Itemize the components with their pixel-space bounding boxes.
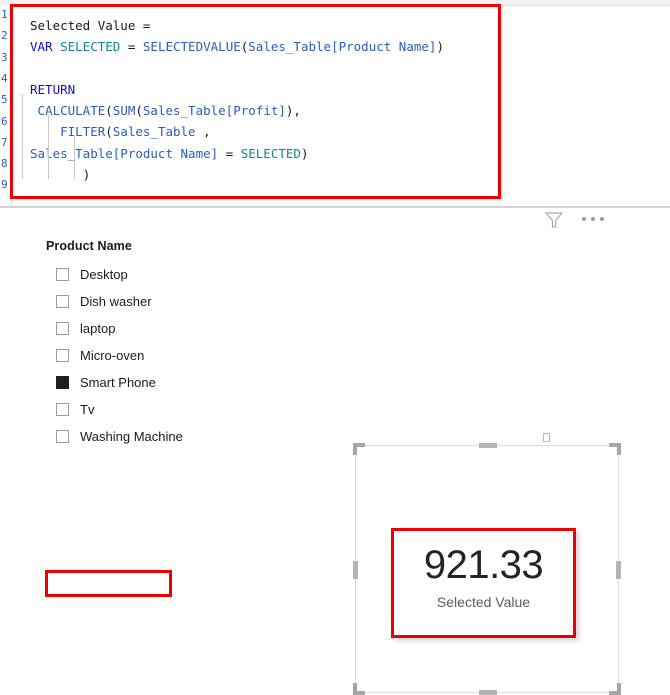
card-visual[interactable]: 921.33 Selected Value	[391, 528, 576, 638]
more-options-icon[interactable]	[582, 217, 612, 223]
code-token: (	[105, 103, 113, 119]
code-token: RETURN	[30, 81, 76, 97]
canvas-top-divider	[0, 207, 670, 208]
slicer-item-label: Micro-oven	[80, 348, 145, 363]
indent-guide	[74, 136, 75, 179]
card-label: Selected Value	[436, 594, 531, 610]
code-token: SELECTED	[240, 145, 301, 161]
filter-funnel-icon[interactable]	[544, 211, 564, 234]
code-token: )	[300, 145, 309, 161]
slicer-item-label: laptop	[80, 321, 116, 336]
slicer-checkbox[interactable]	[56, 349, 69, 362]
resize-handle-left[interactable]	[353, 561, 358, 579]
code-token: VAR	[30, 39, 53, 55]
line-number: 3	[1, 50, 8, 64]
code-token: FILTER	[60, 124, 106, 140]
line-number: 2	[1, 29, 8, 43]
resize-handle-right[interactable]	[616, 561, 621, 579]
slicer-item-list[interactable]: Desktop Dish washer laptop Micro-oven Smart …	[46, 261, 246, 450]
dax-formula-bar: 1 2 3 4 5 6 7 8 9 Selected Value = VAR SELECTED =…	[0, 0, 670, 207]
slicer-item-label: Smart Phone	[80, 375, 156, 390]
code-line[interactable]: Selected Value =	[30, 15, 508, 36]
code-token: ,	[195, 124, 211, 140]
code-token: (	[105, 124, 113, 140]
code-token: )	[82, 167, 91, 183]
slicer-checkbox[interactable]	[56, 403, 69, 416]
code-token: )	[436, 39, 444, 55]
code-line[interactable]	[30, 58, 508, 79]
slicer-item-label: Dish washer	[80, 294, 152, 309]
code-token: SELECTEDVALUE	[142, 39, 241, 55]
line-number: 8	[1, 157, 8, 171]
line-number: 9	[1, 178, 8, 192]
code-token: Sales_Table	[112, 124, 196, 140]
slicer-item[interactable]: Dish washer	[46, 288, 246, 315]
resize-handle-top[interactable]	[479, 443, 497, 448]
slicer-selection-highlight-box	[45, 570, 172, 597]
code-line[interactable]: )	[30, 164, 508, 185]
slicer-item[interactable]: Tv	[46, 396, 246, 423]
slicer-checkbox[interactable]	[56, 430, 69, 443]
code-token: SELECTED	[60, 39, 121, 55]
line-number-gutter: 1 2 3 4 5 6 7 8 9	[0, 5, 12, 205]
code-token: ),	[285, 103, 301, 119]
code-line[interactable]	[30, 185, 508, 206]
code-token: Selected Value =	[30, 18, 151, 33]
slicer-item[interactable]: laptop	[46, 315, 246, 342]
resize-handle-bottom-right[interactable]	[609, 683, 621, 695]
slicer-checkbox[interactable]	[56, 268, 69, 281]
slicer-item-label: Tv	[80, 402, 95, 417]
line-number: 4	[1, 71, 8, 85]
report-canvas: Product Name Desktop Dish washer laptop Mic…	[0, 207, 670, 695]
resize-handle-bottom[interactable]	[479, 690, 497, 695]
code-line[interactable]: FILTER(Sales_Table ,	[30, 121, 508, 142]
code-token: =	[218, 145, 241, 161]
slicer-title: Product Name	[46, 239, 132, 253]
slicer-item[interactable]: Washing Machine	[46, 423, 246, 450]
card-value: 921.33	[423, 543, 544, 587]
product-name-slicer[interactable]: Product Name Desktop Dish washer laptop Mic…	[46, 239, 246, 450]
resize-handle-top-right[interactable]	[609, 443, 621, 455]
slicer-checkbox[interactable]	[56, 322, 69, 335]
code-line[interactable]: Sales_Table[Product Name] = SELECTED)	[30, 143, 508, 164]
slicer-checkbox-checked[interactable]	[56, 376, 69, 389]
code-token: SUM	[112, 103, 136, 119]
code-line[interactable]: VAR SELECTED = SELECTEDVALUE(Sales_Table…	[30, 36, 508, 57]
code-line[interactable]: CALCULATE(SUM(Sales_Table[Profit]),	[30, 100, 508, 121]
slicer-item-label: Washing Machine	[80, 429, 183, 444]
line-number: 7	[1, 135, 8, 149]
code-token: Sales_Table[Product Name]	[248, 39, 437, 55]
code-token: Sales_Table[Profit]	[142, 103, 286, 119]
indent-guide	[22, 94, 23, 179]
dax-code-area[interactable]: Selected Value = VAR SELECTED = SELECTEDV…	[30, 15, 508, 207]
code-token: Sales_Table[Product Name]	[30, 145, 219, 161]
visual-header-toolbar	[544, 210, 614, 230]
slicer-checkbox[interactable]	[56, 295, 69, 308]
line-number: 1	[1, 8, 8, 21]
resize-handle-top-left[interactable]	[353, 443, 365, 455]
visual-drag-handle[interactable]	[543, 433, 550, 442]
resize-handle-bottom-left[interactable]	[353, 683, 365, 695]
slicer-item[interactable]: Smart Phone	[46, 369, 246, 396]
code-line[interactable]: RETURN	[30, 79, 508, 100]
code-token: (	[135, 103, 143, 119]
line-number: 5	[1, 93, 8, 107]
line-number: 6	[1, 114, 8, 128]
dax-formula-editor[interactable]: Selected Value = VAR SELECTED = SELECTEDV…	[12, 6, 500, 198]
code-token: =	[120, 39, 143, 55]
slicer-item-label: Desktop	[80, 267, 128, 282]
indent-guide	[48, 115, 49, 179]
slicer-item[interactable]: Micro-oven	[46, 342, 246, 369]
slicer-item[interactable]: Desktop	[46, 261, 246, 288]
